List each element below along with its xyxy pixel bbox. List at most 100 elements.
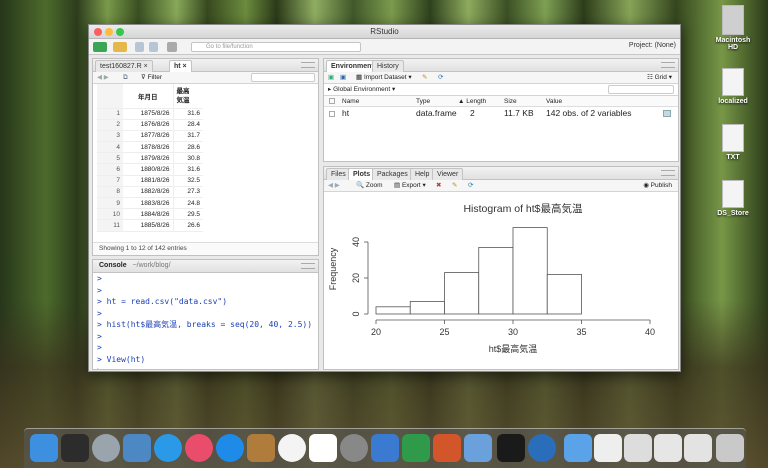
excel-icon[interactable] bbox=[402, 434, 430, 462]
desktop-icon-localized[interactable]: localized bbox=[713, 68, 753, 105]
open-folder-icon[interactable] bbox=[113, 42, 127, 52]
safari-icon[interactable] bbox=[154, 434, 182, 462]
new-file-icon[interactable] bbox=[93, 42, 107, 52]
viewer-search-input[interactable] bbox=[251, 73, 315, 82]
pane-minmax-icon[interactable] bbox=[301, 263, 315, 269]
console-path: ~/work/blog/ bbox=[132, 262, 171, 269]
import-dataset-button[interactable]: ▦ Import Dataset ▾ bbox=[356, 72, 412, 84]
tab-ht[interactable]: ht × bbox=[169, 60, 192, 72]
save-icon[interactable] bbox=[135, 42, 144, 52]
calendar-icon[interactable] bbox=[309, 434, 337, 462]
tab-history[interactable]: History bbox=[372, 60, 404, 72]
filter-button[interactable]: ⊽ Filter bbox=[141, 72, 162, 84]
table-cell: 29.5 bbox=[172, 208, 203, 221]
title-bar[interactable]: RStudio bbox=[89, 25, 680, 39]
table-cell: 1883/8/26 bbox=[123, 197, 173, 210]
pane-minmax-icon[interactable] bbox=[301, 62, 315, 68]
terminal-icon[interactable] bbox=[497, 434, 525, 462]
zoom-button[interactable]: 🔍 Zoom bbox=[356, 180, 383, 192]
var-size: 11.7 KB bbox=[504, 108, 534, 118]
x-tick-label: 25 bbox=[439, 327, 449, 337]
header-temp[interactable]: 最高 気温 bbox=[172, 84, 203, 109]
header-value[interactable]: Value bbox=[546, 96, 562, 107]
load-icon[interactable]: ▣ bbox=[328, 72, 334, 84]
goto-file-input[interactable]: Go to file/function bbox=[191, 42, 361, 52]
desktop-icon-dsstore[interactable]: DS_Store bbox=[713, 180, 753, 217]
y-tick-label: 0 bbox=[351, 311, 361, 316]
zoom-icon[interactable] bbox=[116, 28, 124, 36]
x-tick-label: 35 bbox=[576, 327, 586, 337]
document-icon[interactable] bbox=[654, 434, 682, 462]
scope-label: Global Environment bbox=[333, 86, 391, 93]
document-icon[interactable] bbox=[624, 434, 652, 462]
app-store-icon[interactable] bbox=[216, 434, 244, 462]
select-all-checkbox[interactable] bbox=[329, 98, 335, 104]
save-all-icon[interactable] bbox=[149, 42, 158, 52]
plots-tabbar: Files Plots Packages Help Viewer bbox=[324, 167, 678, 180]
itunes-icon[interactable] bbox=[185, 434, 213, 462]
header-date[interactable]: 年月日 bbox=[123, 84, 173, 109]
tab-environment[interactable]: Environment bbox=[326, 60, 379, 72]
photos-icon[interactable] bbox=[278, 434, 306, 462]
tab-help[interactable]: Help bbox=[410, 168, 435, 180]
back-forward-icon[interactable]: ◀ ▶ bbox=[97, 72, 109, 84]
desktop-icon-hd[interactable]: Macintosh HD bbox=[713, 5, 753, 51]
env-header: Name Type ▲ Length Size Value bbox=[324, 96, 678, 107]
table-row: 5 1879/8/26 30.8 bbox=[97, 152, 203, 165]
table-cell: 10 bbox=[97, 208, 123, 221]
popout-icon[interactable]: ⧉ bbox=[123, 72, 128, 84]
document-icon[interactable] bbox=[684, 434, 712, 462]
activity-monitor-icon[interactable] bbox=[61, 434, 89, 462]
trash-icon[interactable] bbox=[716, 434, 744, 462]
back-forward-icon[interactable]: ◀ ▶ bbox=[328, 180, 340, 192]
launchpad-icon[interactable] bbox=[92, 434, 120, 462]
folder-icon[interactable] bbox=[564, 434, 592, 462]
header-size[interactable]: Size bbox=[504, 96, 517, 107]
console-output[interactable]: > > > ht = read.csv("data.csv") > > hist(ht$… bbox=[93, 273, 318, 369]
header-length[interactable]: ▲ Length bbox=[458, 96, 486, 107]
row-checkbox[interactable] bbox=[329, 111, 335, 117]
print-icon[interactable] bbox=[167, 42, 177, 52]
export-button[interactable]: ▤ Export ▾ bbox=[394, 180, 426, 192]
tab-viewer[interactable]: Viewer bbox=[432, 168, 464, 180]
table-cell: 1880/8/26 bbox=[123, 163, 173, 176]
header-name[interactable]: Name bbox=[342, 96, 359, 107]
header-type[interactable]: Type bbox=[416, 96, 430, 107]
word-icon[interactable] bbox=[371, 434, 399, 462]
pane-minmax-icon[interactable] bbox=[661, 62, 675, 68]
scope-menu[interactable]: ▸ Global Environment ▾ bbox=[328, 84, 395, 96]
view-table-icon[interactable] bbox=[663, 110, 671, 117]
project-menu[interactable]: Project: (None) bbox=[629, 42, 676, 49]
window-title: RStudio bbox=[370, 27, 399, 36]
r-app-icon[interactable] bbox=[528, 434, 556, 462]
y-axis-label: Frequency bbox=[328, 247, 338, 290]
finder-share-icon[interactable] bbox=[464, 434, 492, 462]
pane-minmax-icon[interactable] bbox=[661, 170, 675, 176]
remove-plot-icon[interactable]: ✖ bbox=[436, 180, 441, 192]
refresh-icon[interactable]: ⟳ bbox=[438, 72, 443, 84]
table-cell: 1 bbox=[97, 108, 123, 120]
notes-icon[interactable] bbox=[247, 434, 275, 462]
filter-icon: ⊽ bbox=[141, 74, 148, 81]
table-cell: 28.4 bbox=[172, 119, 203, 131]
tab-packages[interactable]: Packages bbox=[372, 168, 413, 180]
system-preferences-icon[interactable] bbox=[340, 434, 368, 462]
tab-script[interactable]: test160827.R × bbox=[95, 60, 153, 72]
mission-control-icon[interactable] bbox=[123, 434, 151, 462]
grid-view-button[interactable]: ☷ Grid ▾ bbox=[647, 72, 672, 84]
save-icon[interactable]: ▣ bbox=[340, 72, 346, 84]
env-search-input[interactable] bbox=[608, 85, 674, 94]
broom-icon[interactable]: ✎ bbox=[452, 180, 457, 192]
table-cell: 9 bbox=[97, 197, 123, 210]
desktop-icon-txt[interactable]: TXT bbox=[713, 124, 753, 161]
powerpoint-icon[interactable] bbox=[433, 434, 461, 462]
minimize-icon[interactable] bbox=[105, 28, 113, 36]
finder-icon[interactable] bbox=[30, 434, 58, 462]
table-cell: 26.6 bbox=[172, 219, 203, 232]
publish-button[interactable]: ◉ Publish bbox=[643, 180, 672, 192]
document-icon[interactable] bbox=[594, 434, 622, 462]
env-row-ht[interactable]: ht data.frame 2 11.7 KB 142 obs. of 2 va… bbox=[324, 107, 678, 120]
close-icon[interactable] bbox=[94, 28, 102, 36]
broom-icon[interactable]: ✎ bbox=[422, 72, 427, 84]
refresh-icon[interactable]: ⟳ bbox=[468, 180, 473, 192]
